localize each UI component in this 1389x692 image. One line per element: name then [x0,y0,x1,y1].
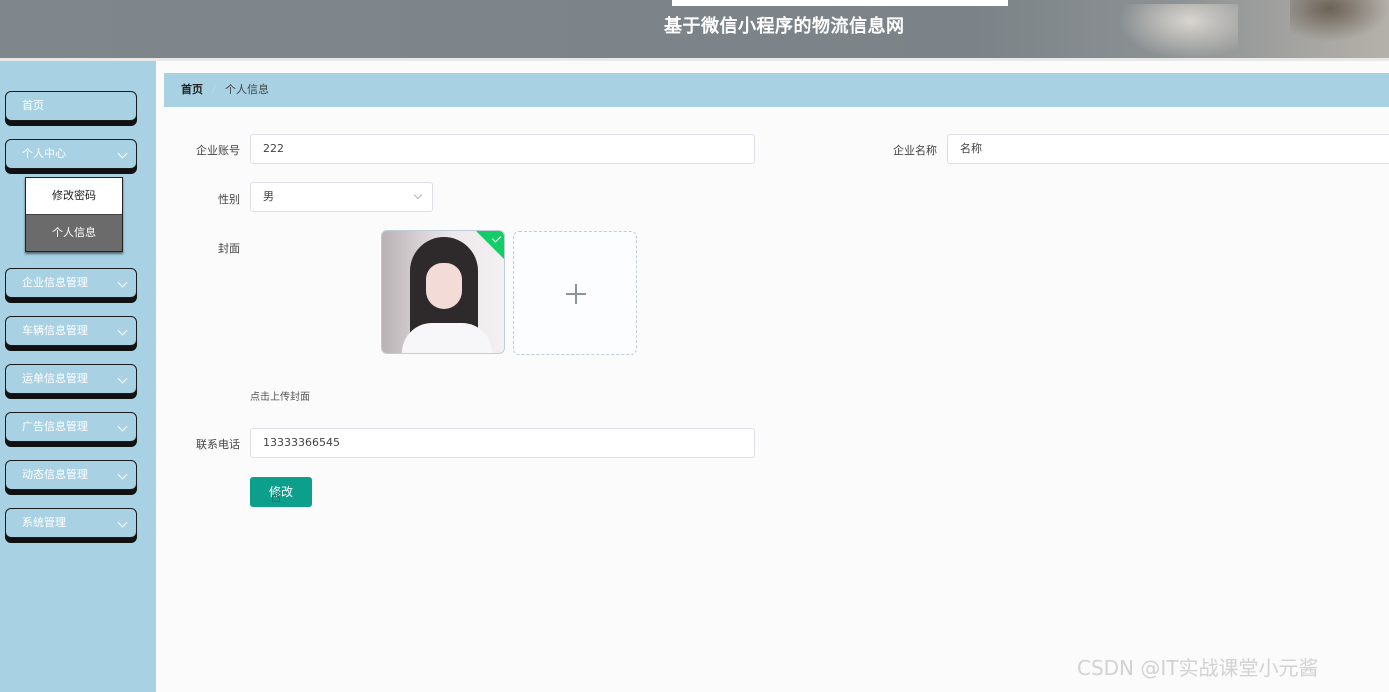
sidebar-item-label: 企业信息管理 [22,276,88,289]
company-name-label: 企业名称 [893,144,937,157]
plus-icon [575,284,577,304]
phone-value: 13333366545 [263,436,340,449]
account-input[interactable]: 222 [250,134,755,164]
chevron-down-icon [117,517,128,528]
chevron-down-icon [413,190,423,200]
account-value: 222 [263,142,284,155]
breadcrumb: 首页 / 个人信息 [164,73,1389,107]
chevron-down-icon [117,277,128,288]
cover-label: 封面 [218,242,240,255]
chevron-down-icon [117,421,128,432]
gender-label: 性别 [218,193,240,206]
sidebar-item-label: 个人中心 [22,147,66,160]
sidebar-item-label: 系统管理 [22,516,66,529]
submenu-item-personal-info[interactable]: 个人信息 [26,214,122,251]
company-name-input[interactable]: 名称 [947,134,1389,164]
phone-label: 联系电话 [196,438,240,451]
breadcrumb-current: 个人信息 [225,83,269,96]
header-strip [672,0,1008,6]
sidebar-item-home[interactable]: 首页 [5,91,137,121]
cover-image-thumbnail[interactable] [381,230,505,354]
chevron-down-icon [117,148,128,159]
hand-cursor-icon: ☝ [271,487,281,506]
phone-input[interactable]: 13333366545 [250,428,755,458]
header-decoration [1118,4,1238,60]
sidebar-item-personal-center[interactable]: 个人中心 [5,139,137,169]
gender-select[interactable]: 男 [250,182,433,212]
sidebar-item-label: 动态信息管理 [22,468,88,481]
sidebar-item-system-management[interactable]: 系统管理 [5,508,137,538]
sidebar-item-label: 首页 [22,99,44,112]
header-decoration [1290,0,1389,42]
cover-upload-button[interactable] [513,231,637,355]
submenu-item-change-password[interactable]: 修改密码 [26,178,122,214]
sidebar-item-news-management[interactable]: 动态信息管理 [5,460,137,490]
account-label: 企业账号 [196,144,240,157]
sidebar-item-vehicle-management[interactable]: 车辆信息管理 [5,316,137,346]
chevron-down-icon [117,373,128,384]
watermark: CSDN @IT实战课堂小元酱 [1077,656,1319,680]
sidebar-item-label: 车辆信息管理 [22,324,88,337]
company-name-value: 名称 [960,142,982,155]
sidebar-item-company-management[interactable]: 企业信息管理 [5,268,137,298]
chevron-down-icon [117,469,128,480]
modify-button[interactable]: 修改 [250,477,312,507]
top-header: 基于微信小程序的物流信息网 [0,0,1389,61]
breadcrumb-home[interactable]: 首页 [181,73,203,107]
sidebar-item-label: 运单信息管理 [22,372,88,385]
chevron-down-icon [117,325,128,336]
cover-upload-hint: 点击上传封面 [250,392,310,403]
personal-center-submenu: 修改密码 个人信息 [25,177,123,252]
sidebar-item-waybill-management[interactable]: 运单信息管理 [5,364,137,394]
sidebar-item-label: 广告信息管理 [22,420,88,433]
gender-value: 男 [263,190,274,203]
site-title: 基于微信小程序的物流信息网 [664,16,905,37]
sidebar-item-ad-management[interactable]: 广告信息管理 [5,412,137,442]
breadcrumb-separator: / [212,83,216,96]
upload-success-badge [476,231,504,260]
